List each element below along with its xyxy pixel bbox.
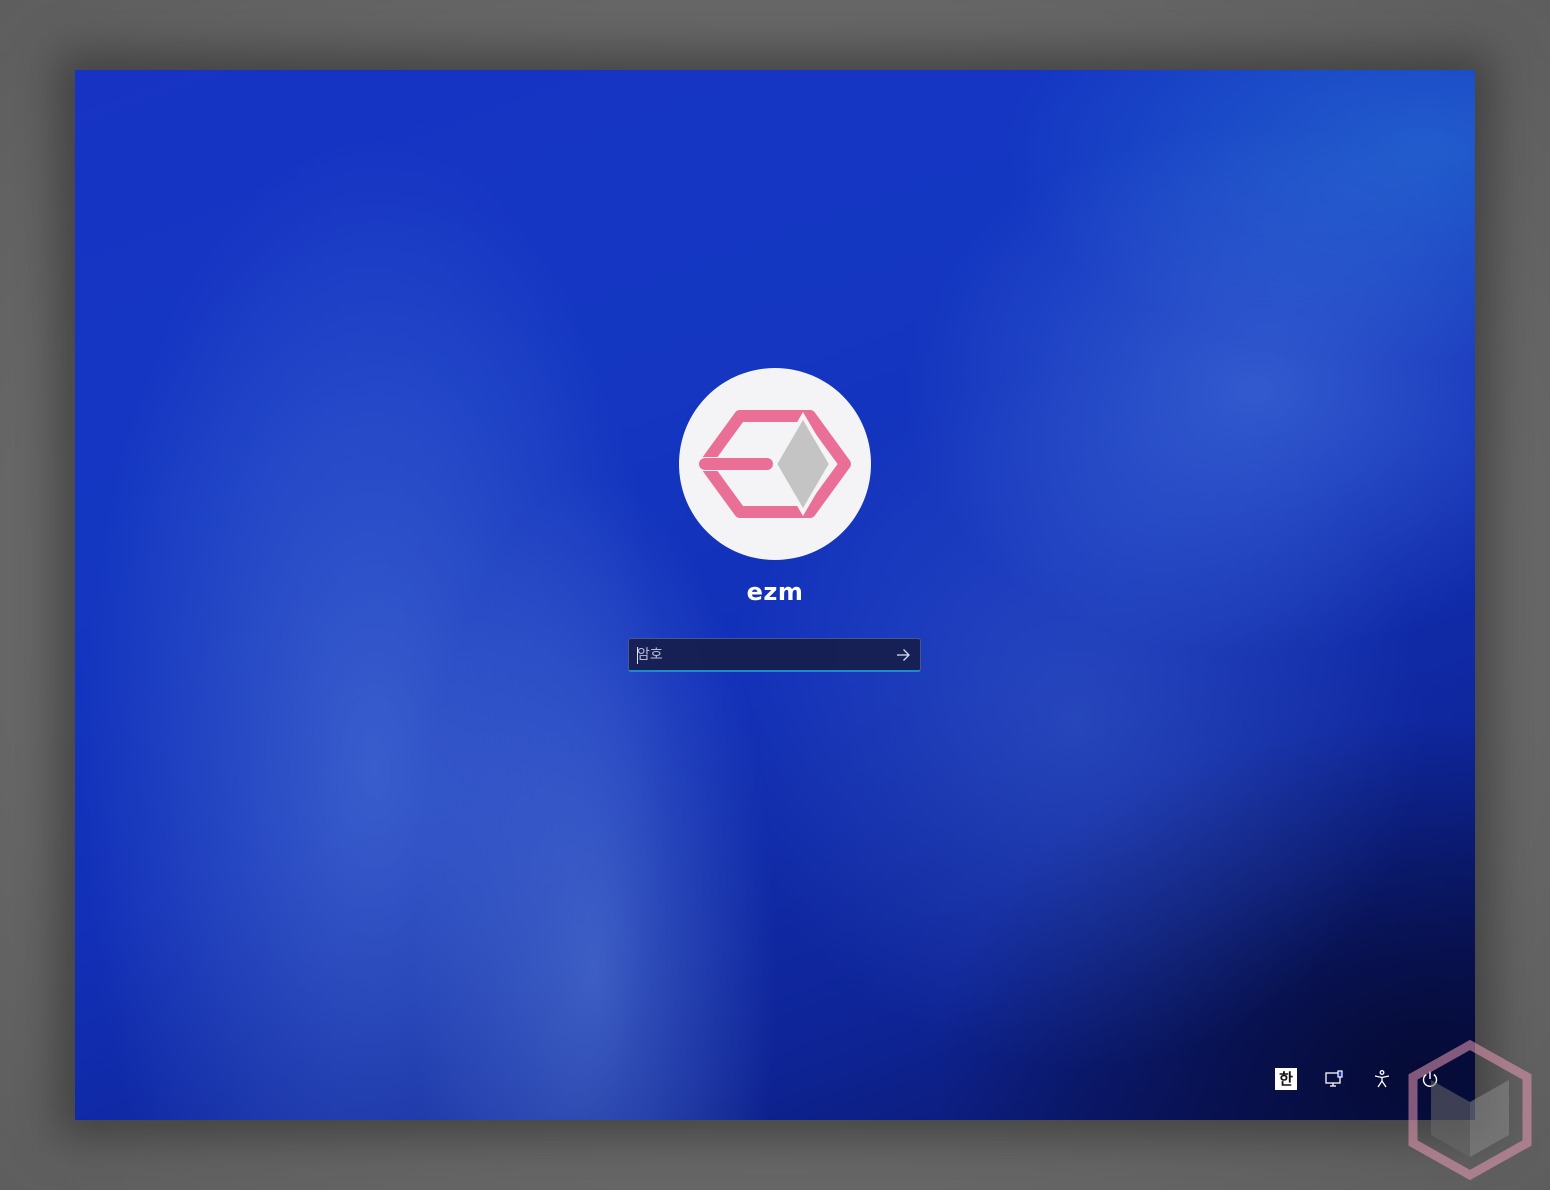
lock-screen: ezm 한 [75, 70, 1475, 1120]
arrow-right-icon [897, 649, 910, 661]
network-button[interactable] [1319, 1064, 1349, 1094]
text-caret [637, 647, 638, 664]
user-avatar [679, 368, 871, 560]
password-field-container [628, 638, 921, 672]
network-monitor-icon [1325, 1070, 1343, 1087]
watermark-logo-icon [1408, 1040, 1532, 1180]
ime-language-button[interactable]: 한 [1271, 1064, 1301, 1094]
ezm-logo-hexagon-icon [699, 410, 851, 518]
accessibility-icon [1374, 1070, 1390, 1088]
submit-password-button[interactable] [892, 644, 914, 666]
user-name: ezm [746, 578, 804, 606]
password-input[interactable] [637, 639, 887, 671]
desktop-frame: ezm 한 [0, 0, 1550, 1190]
ime-label: 한 [1275, 1068, 1297, 1090]
accessibility-button[interactable] [1367, 1064, 1397, 1094]
